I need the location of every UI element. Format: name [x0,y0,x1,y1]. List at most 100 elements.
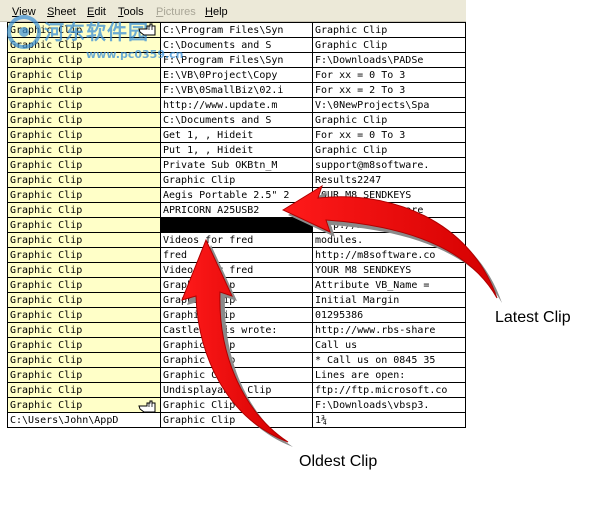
clip-cell[interactable]: Call us [312,337,466,353]
clip-cell[interactable]: Graphic Clip [160,292,313,308]
clip-cell[interactable]: Graphic Clip [7,307,161,323]
table-row: Graphic Clip C:\Program Files\Syn Graphic … [7,22,466,38]
hand-cursor-icon [138,23,156,36]
clip-cell[interactable]: Graphic Clip [160,352,313,368]
clip-cell[interactable]: Put 1, , Hideit [160,142,313,158]
table-row: Graphic Clip Aegis Portable 2.5" 2 YOUR M8… [7,187,466,203]
clip-cell[interactable]: * Call us on 0845 35 [312,352,466,368]
clip-cell[interactable]: Graphic Clip [7,157,161,173]
clip-cell[interactable]: V:\0NewProjects\Spa [312,97,466,113]
clip-cell[interactable]: Graphic Clip [7,292,161,308]
clip-cell[interactable]: C:\Documents and S [160,37,313,53]
clip-cell[interactable]: Graphic Clip [7,112,161,128]
clip-cell[interactable]: Graphic Clip [7,352,161,368]
clip-cell[interactable]: Graphic Clip [312,37,466,53]
latest-clip-label: Latest Clip [495,309,571,326]
clip-cell[interactable]: Graphic Clip [160,307,313,323]
menu-item-label-rest: dit [94,6,106,18]
clip-cell[interactable]: For xx = 2 To 3 [312,82,466,98]
menu-item-tools[interactable]: Tools [118,6,144,18]
menu-item-pictures[interactable]: Pictures [156,6,196,18]
clip-cell[interactable]: E:\VB\0Project\Copy [160,67,313,83]
clip-cell[interactable]: Graphic Clip [160,367,313,383]
clip-cell[interactable]: modules. [312,232,466,248]
clip-cell[interactable]: Graphic Clip [7,247,161,263]
clip-cell[interactable]: Attribute VB_Name = [312,277,466,293]
clip-cell[interactable]: Graphic Clip [312,112,466,128]
clip-cell[interactable]: support@m8software [312,202,466,218]
clip-cell[interactable]: support@m8software. [312,157,466,173]
table-row: Graphic Clip Graphic Clip Lines are open: [7,367,466,383]
clip-cell[interactable]: Graphic Clip [312,22,466,38]
table-row: Graphic Clip Graphic Clip F:\Downloads\vbs… [7,397,466,413]
clip-cell[interactable]: Graphic Clip [312,142,466,158]
clip-cell[interactable]: Graphic Clip [7,187,161,203]
clip-cell[interactable]: Initial Margin [312,292,466,308]
clip-cell[interactable]: Graphic Clip [160,277,313,293]
clip-cell[interactable]: C:\Program Files\Syn [160,22,313,38]
clip-cell[interactable]: YOUR M8 SENDKEYS [312,187,466,203]
clip-cell[interactable]: For xx = 0 To 3 [312,127,466,143]
clip-cell[interactable]: Aegis Portable 2.5" 2 [160,187,313,203]
clip-cell[interactable]: http://www.update.m [160,97,313,113]
clip-cell[interactable]: Get 1, , Hideit [160,127,313,143]
clip-cell[interactable]: F:\Downloads\PADSe [312,52,466,68]
clip-cell[interactable]: For xx = 0 To 3 [312,67,466,83]
clip-cell[interactable]: http://m8software [312,217,466,233]
clip-cell[interactable]: F:\Program Files\Syn [160,52,313,68]
clip-cell[interactable]: Graphic Clip [7,337,161,353]
clip-cell[interactable]: Graphic Clip [7,67,161,83]
menu-item-view[interactable]: View [12,6,36,18]
clip-cell[interactable]: Undisplayable Clip [160,382,313,398]
clip-cell[interactable]: 1¾ [312,412,466,428]
clip-cell[interactable]: Castle Davis wrote: [160,322,313,338]
clip-cell[interactable]: Results2247 [312,172,466,188]
clip-cell[interactable]: Graphic Clip [7,232,161,248]
clip-cell[interactable]: Graphic Clip [7,277,161,293]
clip-cell[interactable]: Graphic Clip [7,382,161,398]
clip-cell[interactable]: Graphic Clip [7,367,161,383]
clip-cell[interactable]: Graphic Clip [7,52,161,68]
clip-cell[interactable]: http://m8software.co [312,247,466,263]
clip-cell[interactable]: http://www.rbs-share [312,322,466,338]
clip-cell[interactable]: 01295386 [312,307,466,323]
clip-cell[interactable]: Graphic Clip [160,412,313,428]
menu-item-sheet[interactable]: Sheet [47,6,76,18]
clip-cell[interactable]: Graphic Clip [7,172,161,188]
clip-cell[interactable]: Graphic Clip [7,82,161,98]
clip-cell[interactable]: Graphic Clip [7,127,161,143]
menu-item-label-rest: heet [54,6,76,18]
clip-cell[interactable]: Graphic Clip [7,217,161,233]
clip-cell[interactable]: C:\Documents and S [160,112,313,128]
table-row: Graphic Clip Private Sub OKBtn_M support@m… [7,157,466,173]
clip-cell[interactable]: Graphic Clip [160,337,313,353]
menu-item-label-rest: iew [19,6,36,18]
clip-cell[interactable]: Private Sub OKBtn_M [160,157,313,173]
clip-cell[interactable]: Lines are open: [312,367,466,383]
menu-item-help[interactable]: Help [205,6,228,18]
clip-cell[interactable] [160,217,313,233]
table-row: Graphic Clip Put 1, , Hideit Graphic Clip [7,142,466,158]
clip-cell[interactable]: F:\Downloads\vbsp3. [312,397,466,413]
clip-cell[interactable]: fred [160,247,313,263]
clip-cell[interactable]: Graphic Clip [7,262,161,278]
menu-item-label-rest: ictures [163,6,196,18]
clip-cell[interactable]: ftp://ftp.microsoft.co [312,382,466,398]
clip-cell[interactable]: Graphic Clip [7,97,161,113]
clip-cell[interactable]: Graphic Clip [7,37,161,53]
menu-bar: View Sheet Edit Tools Pictures Help [0,0,466,22]
clip-cell[interactable]: Graphic Clip [7,322,161,338]
table-row: Graphic Clip Castle Davis wrote: http://ww… [7,322,466,338]
menu-item-label-rest: ools [123,6,144,18]
clip-cell[interactable]: Graphic Clip [7,202,161,218]
clip-cell[interactable]: Videos for fred [160,262,313,278]
clip-cell[interactable]: Graphic Clip [7,142,161,158]
clip-cell[interactable]: F:\VB\0SmallBiz\02.i [160,82,313,98]
clip-cell[interactable]: Videos for fred [160,232,313,248]
clip-cell[interactable]: YOUR M8 SENDKEYS [312,262,466,278]
clip-cell[interactable]: Graphic Clip [160,172,313,188]
table-row: Graphic Clip http://m8software [7,217,466,233]
menu-item-edit[interactable]: Edit [87,6,106,18]
clip-cell[interactable]: APRICORN A25USB2 [160,202,313,218]
clip-cell[interactable]: Graphic Clip [160,397,313,413]
